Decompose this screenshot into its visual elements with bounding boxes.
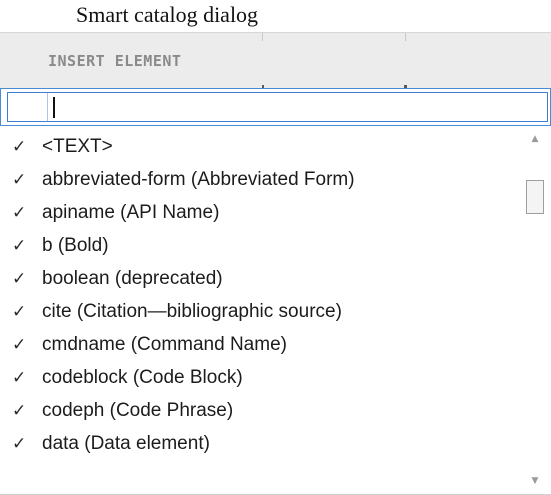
checkmark-icon: ✓ [12,302,27,322]
checkmark-icon: ✓ [12,236,27,256]
element-label: data (Data element) [42,433,210,454]
element-list-item[interactable]: ✓ apiname (API Name) [0,198,520,228]
dialog-header: INSERT ELEMENT [0,32,551,88]
element-label: <TEXT> [42,136,113,157]
element-label: cmdname (Command Name) [42,334,287,355]
header-separator [405,33,406,41]
checkmark-icon: ✓ [12,368,27,388]
scroll-down-arrow-icon[interactable]: ▼ [523,472,547,490]
element-list-item[interactable]: ✓ cite (Citation—bibliographic source) [0,297,520,327]
filter-row [0,88,551,126]
element-list-item[interactable]: ✓ data (Data element) [0,429,520,459]
screenshot-caption: Smart catalog dialog [76,2,259,27]
element-label: boolean (deprecated) [42,268,223,289]
element-label: codeblock (Code Block) [42,367,243,388]
checkmark-icon: ✓ [12,137,27,157]
element-list[interactable]: ▲ ▼ ✓ <TEXT> ✓ abbreviated-form (Abbreviate… [0,126,551,495]
element-list-item[interactable]: ✓ cmdname (Command Name) [0,330,520,360]
dialog-title: INSERT ELEMENT [48,52,182,70]
checkmark-icon: ✓ [12,269,27,289]
element-label: b (Bold) [42,235,109,256]
element-label: codeph (Code Phrase) [42,400,234,421]
checkmark-icon: ✓ [12,335,27,355]
insert-element-dialog: INSERT ELEMENT ▲ ▼ ✓ <TEXT> ✓ abbreviated-f… [0,32,551,495]
element-list-item[interactable]: ✓ boolean (deprecated) [0,264,520,294]
header-separator [262,33,263,41]
scroll-up-arrow-icon[interactable]: ▲ [523,130,547,148]
filter-box[interactable] [7,92,548,122]
element-label: abbreviated-form (Abbreviated Form) [42,169,355,190]
element-list-item[interactable]: ✓ codeblock (Code Block) [0,363,520,393]
text-caret [53,97,55,118]
element-list-item[interactable]: ✓ <TEXT> [0,132,520,162]
element-label: cite (Citation—bibliographic source) [42,301,342,322]
element-filter-input[interactable] [56,97,536,119]
checkmark-icon: ✓ [12,203,27,223]
element-list-item[interactable]: ✓ codeph (Code Phrase) [0,396,520,426]
element-label: apiname (API Name) [42,202,220,223]
vertical-scrollbar[interactable]: ▲ ▼ [523,126,547,494]
checkmark-icon: ✓ [12,401,27,421]
checkmark-icon: ✓ [12,170,27,190]
element-list-item[interactable]: ✓ abbreviated-form (Abbreviated Form) [0,165,520,195]
checkmark-icon: ✓ [12,434,27,454]
element-list-item[interactable]: ✓ b (Bold) [0,231,520,261]
filter-gutter [8,93,48,121]
scroll-thumb[interactable] [526,180,544,214]
